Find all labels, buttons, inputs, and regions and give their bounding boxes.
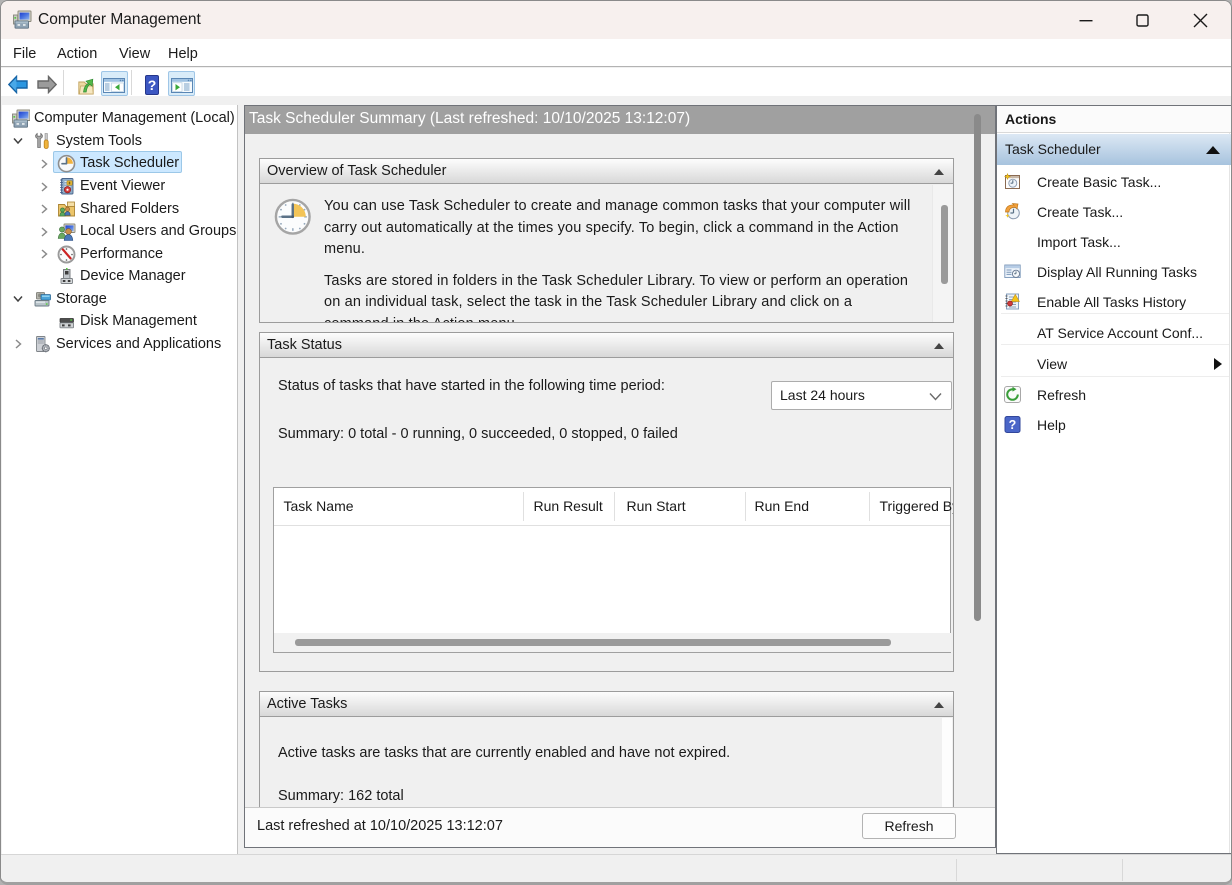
svg-text:?: ?: [148, 77, 157, 93]
